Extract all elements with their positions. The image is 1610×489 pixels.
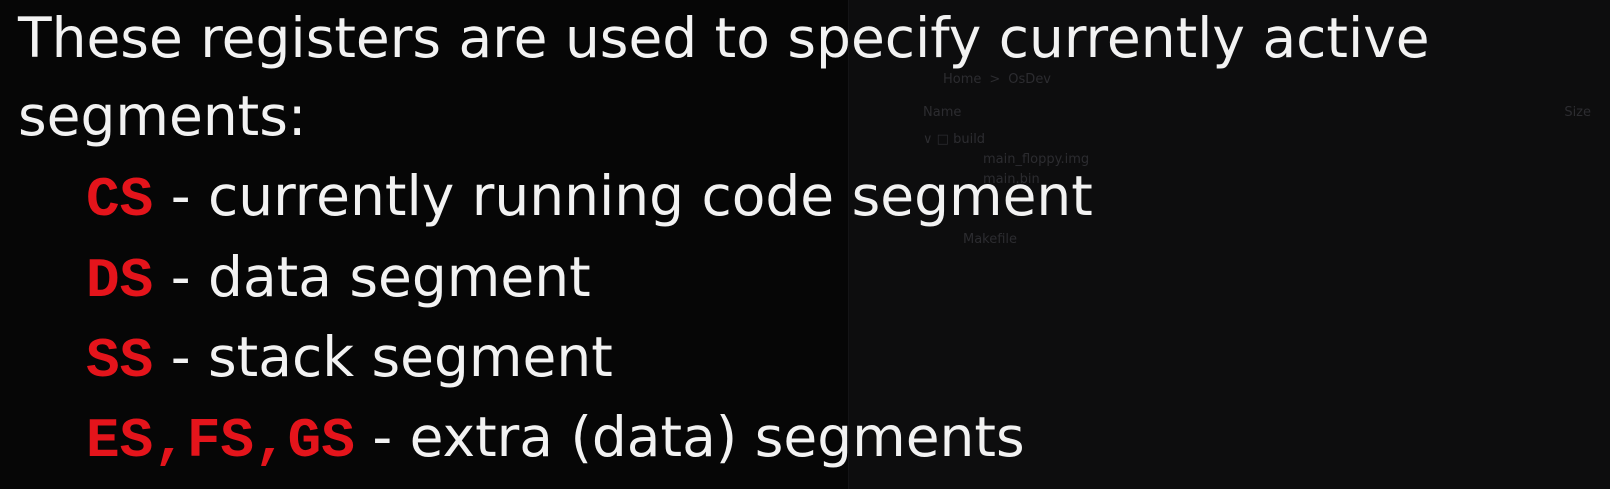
register-item-cs: CS - currently running code segment: [86, 164, 1093, 232]
register-item-ds: DS - data segment: [86, 245, 591, 313]
tree-item-label: build: [953, 132, 986, 147]
register-description: - data segment: [153, 245, 591, 309]
register-name: ES,FS,GS: [86, 409, 355, 473]
chevron-down-icon[interactable]: ∨: [923, 132, 933, 147]
breadcrumb-separator: >: [989, 72, 1001, 87]
screen: Home > OsDev Name Size ∨ □ build main_fl…: [0, 0, 1610, 489]
breadcrumb: Home > OsDev: [943, 72, 1051, 87]
column-size-header[interactable]: Size: [1564, 105, 1591, 123]
register-item-ss: SS - stack segment: [86, 325, 613, 393]
register-description: - currently running code segment: [153, 164, 1093, 228]
column-name-header[interactable]: Name: [923, 105, 961, 123]
tree-row-build[interactable]: ∨ □ build: [923, 130, 1591, 150]
register-description: - extra (data) segments: [354, 405, 1025, 469]
folder-icon: □: [936, 132, 949, 147]
breadcrumb-home[interactable]: Home: [943, 72, 981, 87]
tree-row-file[interactable]: Makefile: [923, 230, 1591, 250]
register-description: - stack segment: [153, 325, 613, 389]
file-list-header: Name Size: [923, 105, 1610, 123]
slide-intro-line-2: segments:: [18, 84, 307, 148]
slide-intro-line-1: These registers are used to specify curr…: [18, 6, 1430, 70]
tree-item-label: Makefile: [963, 232, 1018, 247]
register-name: SS: [86, 329, 154, 393]
register-name: DS: [86, 249, 154, 313]
register-name: CS: [86, 168, 154, 232]
register-item-es-fs-gs: ES,FS,GS - extra (data) segments: [86, 405, 1025, 473]
breadcrumb-osdev[interactable]: OsDev: [1008, 72, 1051, 87]
